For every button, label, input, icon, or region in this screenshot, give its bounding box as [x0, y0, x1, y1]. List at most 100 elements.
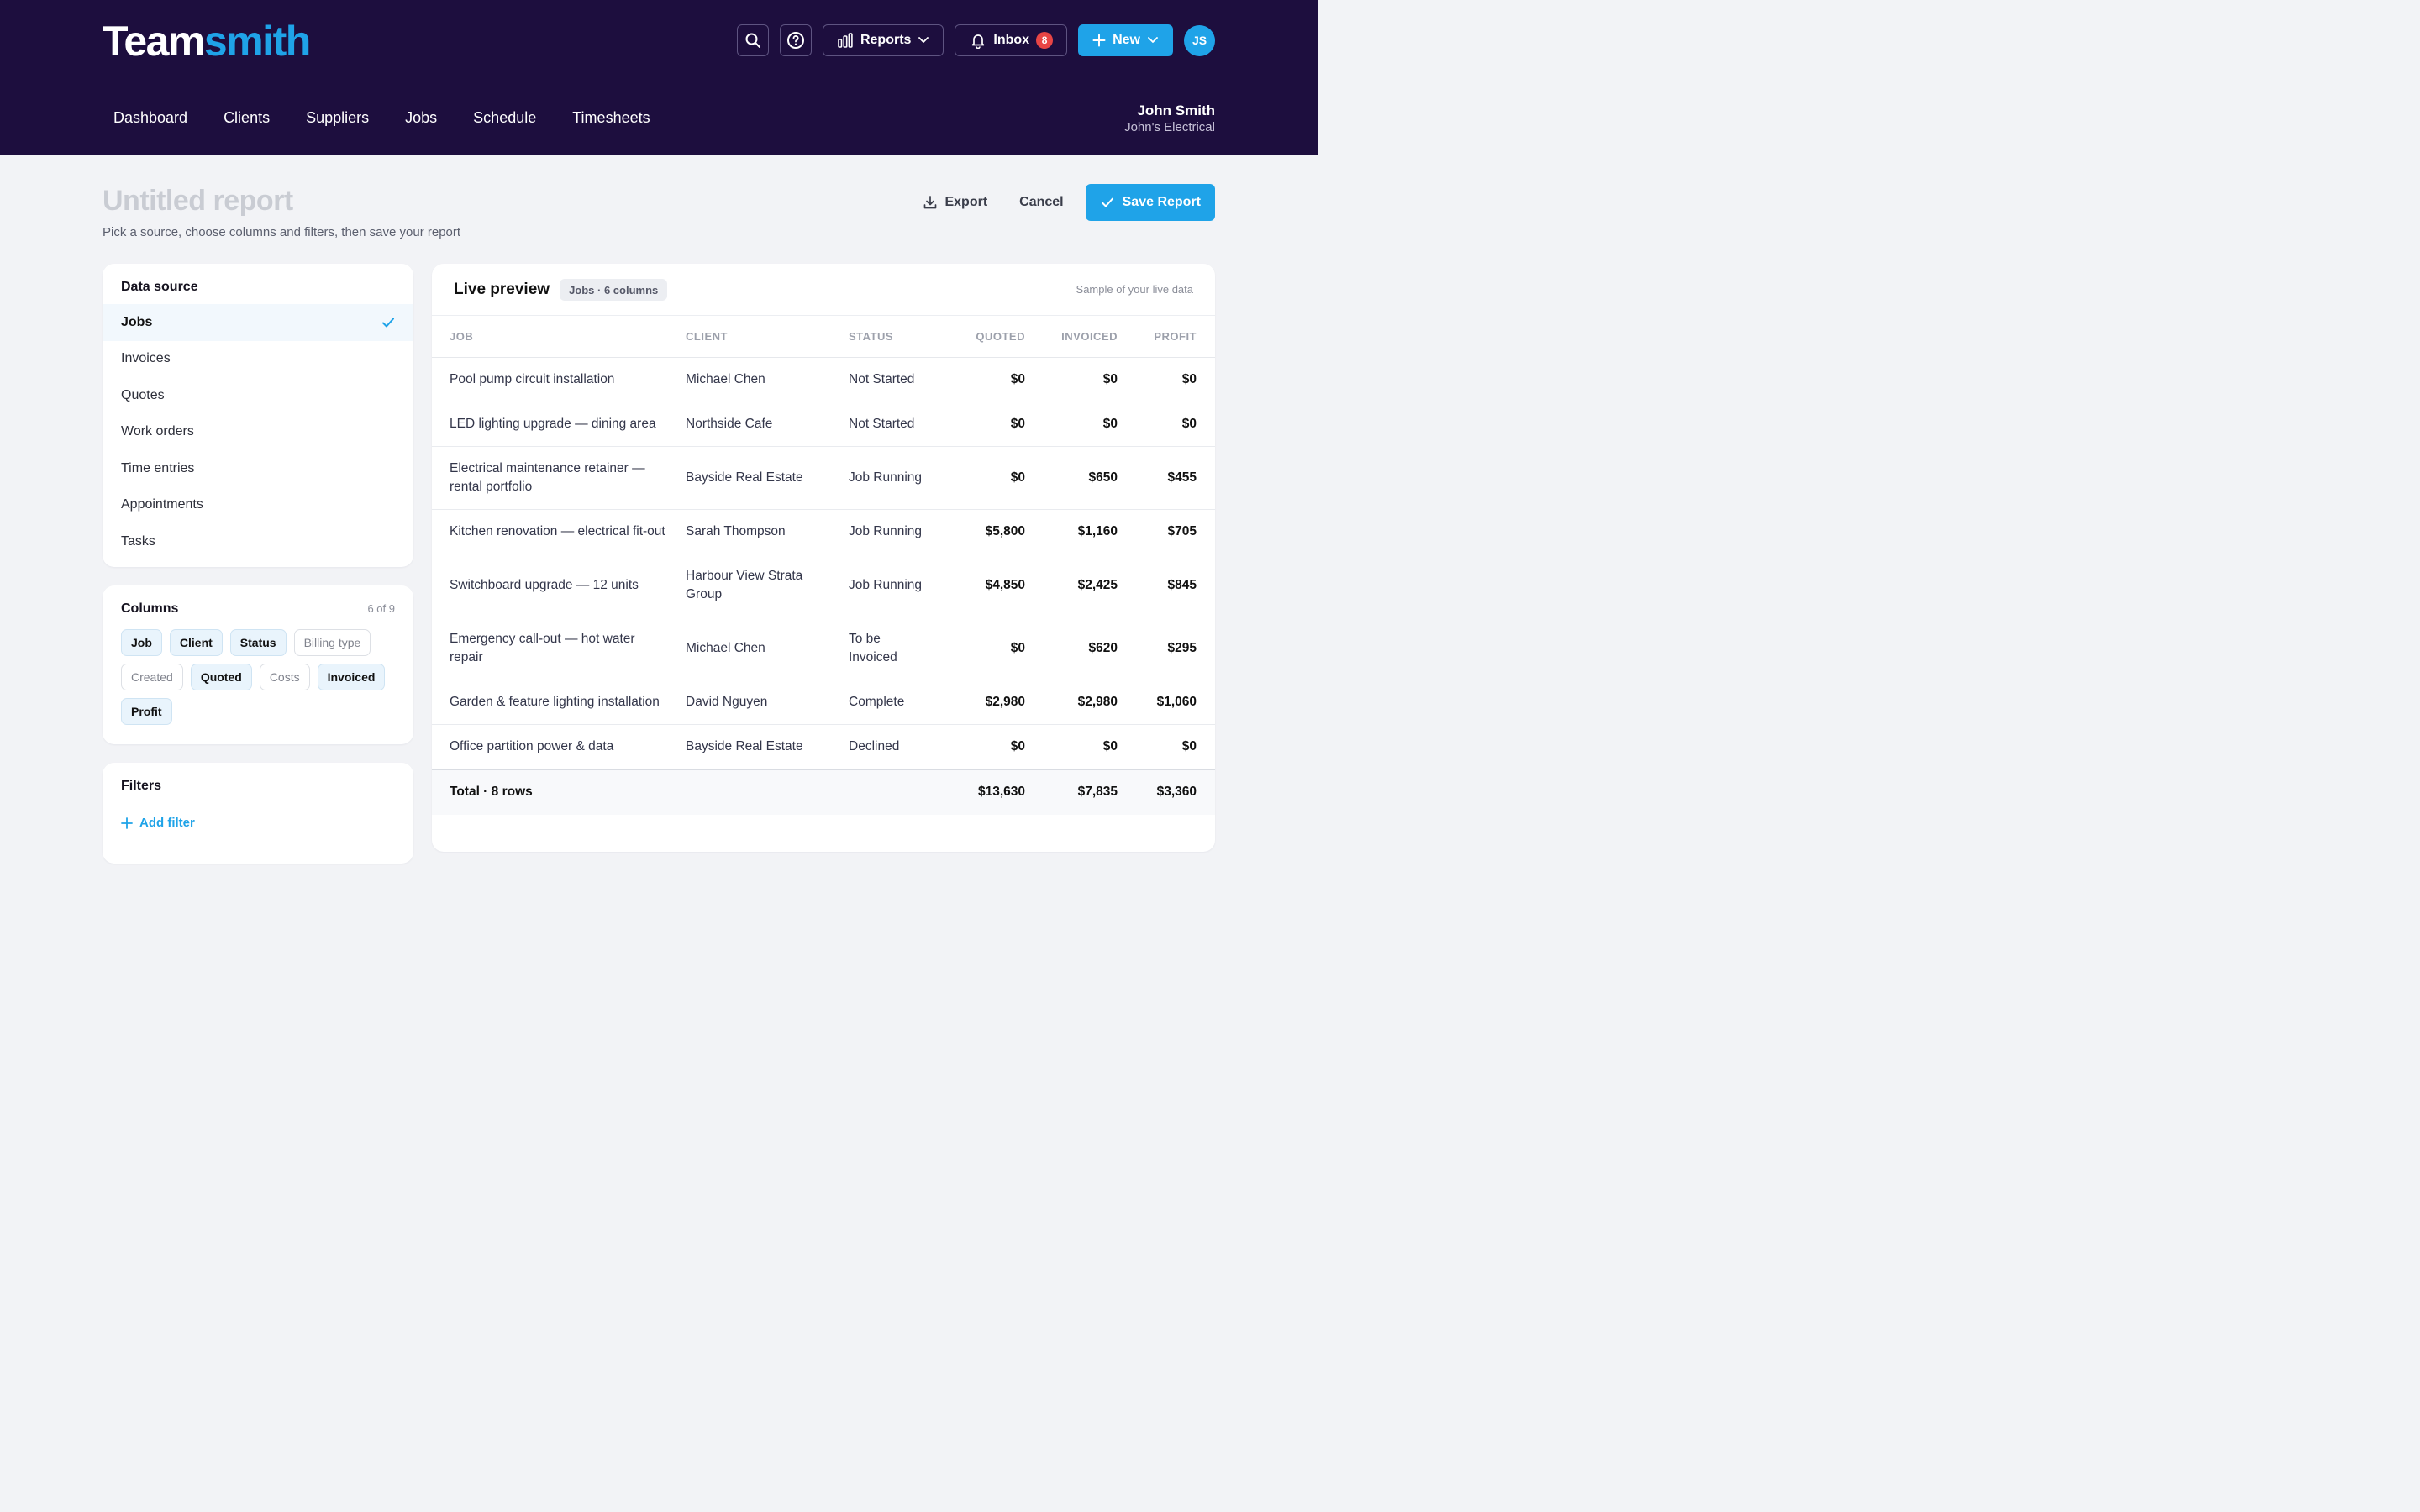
user-account[interactable]: John Smith John's Electrical	[1124, 102, 1215, 136]
status-cell: Complete	[849, 680, 946, 725]
column-header-status[interactable]: STATUS	[849, 315, 946, 358]
status-cell: To be Invoiced	[849, 617, 946, 680]
data-source-item-work-orders[interactable]: Work orders	[103, 414, 413, 451]
status-cell: Declined	[849, 724, 946, 769]
status-cell: Not Started	[849, 357, 946, 402]
table-row[interactable]: Garden & feature lighting installation D…	[432, 680, 1215, 725]
column-header-job[interactable]: JOB	[432, 315, 686, 358]
table-row[interactable]: Emergency call-out — hot water repair Mi…	[432, 617, 1215, 680]
preview-table: JOB CLIENT STATUS QUOTED INVOICED PROFIT…	[432, 315, 1215, 815]
export-label: Export	[944, 195, 988, 209]
profit-cell: $455	[1118, 446, 1215, 510]
live-preview-card: Live preview Jobs · 6 columns Sample of …	[432, 264, 1215, 852]
quoted-cell: $0	[946, 357, 1025, 402]
column-chip-status[interactable]: Status	[229, 629, 287, 656]
report-actions: Export Cancel Save Report	[913, 184, 1215, 221]
data-source-label: Time entries	[121, 460, 195, 475]
chevron-down-icon	[918, 37, 929, 43]
chevron-down-icon	[1148, 37, 1158, 43]
new-button[interactable]: New	[1078, 24, 1173, 56]
profit-cell: $0	[1118, 724, 1215, 769]
column-chip-costs[interactable]: Costs	[259, 664, 310, 690]
invoiced-cell: $2,980	[1025, 680, 1118, 725]
column-chip-quoted[interactable]: Quoted	[190, 664, 252, 690]
total-quoted: $13,630	[946, 768, 1025, 815]
save-report-button[interactable]: Save Report	[1085, 184, 1215, 221]
export-button[interactable]: Export	[913, 184, 997, 221]
status-cell: Job Running	[849, 446, 946, 510]
column-header-invoiced[interactable]: INVOICED	[1025, 315, 1118, 358]
table-row[interactable]: Switchboard upgrade — 12 units Harbour V…	[432, 554, 1215, 617]
data-source-item-time-entries[interactable]: Time entries	[103, 450, 413, 487]
quoted-cell: $0	[946, 446, 1025, 510]
search-icon	[745, 33, 760, 48]
data-source-label: Tasks	[121, 533, 155, 549]
table-row[interactable]: Electrical maintenance retainer — rental…	[432, 446, 1215, 510]
data-source-label: Quotes	[121, 387, 165, 402]
search-button[interactable]	[736, 24, 769, 56]
logo-text-team: Team	[103, 18, 205, 65]
quoted-cell: $4,850	[946, 554, 1025, 617]
total-row: Total · 8 rows $13,630 $7,835 $3,360	[432, 768, 1215, 815]
table-row[interactable]: Office partition power & data Bayside Re…	[432, 724, 1215, 769]
user-avatar[interactable]: JS	[1184, 24, 1215, 56]
inbox-label: Inbox	[993, 33, 1030, 47]
download-icon	[924, 196, 937, 209]
preview-title: Live preview	[454, 281, 550, 298]
nav-item-jobs[interactable]: Jobs	[405, 109, 437, 127]
data-source-item-invoices[interactable]: Invoices	[103, 341, 413, 378]
invoiced-cell: $0	[1025, 724, 1118, 769]
help-button[interactable]	[779, 24, 812, 56]
inbox-button[interactable]: Inbox 8	[955, 24, 1068, 56]
job-cell: Emergency call-out — hot water repair	[432, 617, 686, 680]
columns-title: Columns	[121, 601, 179, 616]
column-chip-profit[interactable]: Profit	[121, 698, 172, 725]
bell-icon	[972, 34, 985, 49]
job-cell: Switchboard upgrade — 12 units	[432, 554, 686, 617]
profit-cell: $0	[1118, 357, 1215, 402]
quoted-cell: $2,980	[946, 680, 1025, 725]
new-label: New	[1113, 33, 1140, 47]
column-header-quoted[interactable]: QUOTED	[946, 315, 1025, 358]
data-source-item-tasks[interactable]: Tasks	[103, 523, 413, 560]
cancel-button[interactable]: Cancel	[1009, 184, 1073, 221]
nav-item-suppliers[interactable]: Suppliers	[306, 109, 369, 127]
invoiced-cell: $0	[1025, 357, 1118, 402]
data-source-label: Jobs	[121, 314, 153, 329]
column-chip-client[interactable]: Client	[169, 629, 223, 656]
report-title[interactable]: Untitled report	[103, 185, 293, 218]
data-source-item-appointments[interactable]: Appointments	[103, 487, 413, 524]
nav-item-schedule[interactable]: Schedule	[473, 109, 536, 127]
data-source-item-quotes[interactable]: Quotes	[103, 377, 413, 414]
table-row[interactable]: LED lighting upgrade — dining area North…	[432, 402, 1215, 447]
add-filter-label: Add filter	[139, 816, 195, 830]
column-chip-created[interactable]: Created	[121, 664, 183, 690]
top-actions: Reports Inbox 8 New JS	[736, 24, 1215, 56]
quoted-cell: $0	[946, 724, 1025, 769]
filters-title: Filters	[121, 779, 162, 793]
nav-item-timesheets[interactable]: Timesheets	[572, 109, 650, 127]
check-icon	[1101, 197, 1113, 207]
table-row[interactable]: Pool pump circuit installation Michael C…	[432, 357, 1215, 402]
invoiced-cell: $2,425	[1025, 554, 1118, 617]
column-header-profit[interactable]: PROFIT	[1118, 315, 1215, 358]
table-row[interactable]: Kitchen renovation — electrical fit-out …	[432, 509, 1215, 554]
add-filter-button[interactable]: Add filter	[121, 816, 195, 830]
column-chip-invoiced[interactable]: Invoiced	[317, 664, 386, 690]
job-cell: Pool pump circuit installation	[432, 357, 686, 402]
profit-cell: $0	[1118, 402, 1215, 447]
nav-item-dashboard[interactable]: Dashboard	[113, 109, 187, 127]
teamsmith-logo[interactable]: Teamsmith	[103, 18, 311, 65]
data-source-label: Invoices	[121, 351, 171, 366]
job-cell: Office partition power & data	[432, 724, 686, 769]
column-chip-job[interactable]: Job	[121, 629, 162, 656]
client-cell: David Nguyen	[686, 680, 849, 725]
reports-label: Reports	[860, 33, 912, 47]
status-cell: Not Started	[849, 402, 946, 447]
nav-item-clients[interactable]: Clients	[224, 109, 270, 127]
data-source-item-jobs[interactable]: Jobs	[103, 304, 413, 341]
top-bar: Teamsmith Reports Inbox 8 New JS Dashboa…	[0, 0, 1318, 155]
reports-menu-button[interactable]: Reports	[822, 24, 944, 56]
column-header-client[interactable]: CLIENT	[686, 315, 849, 358]
column-chip-billing-type[interactable]: Billing type	[293, 629, 371, 656]
